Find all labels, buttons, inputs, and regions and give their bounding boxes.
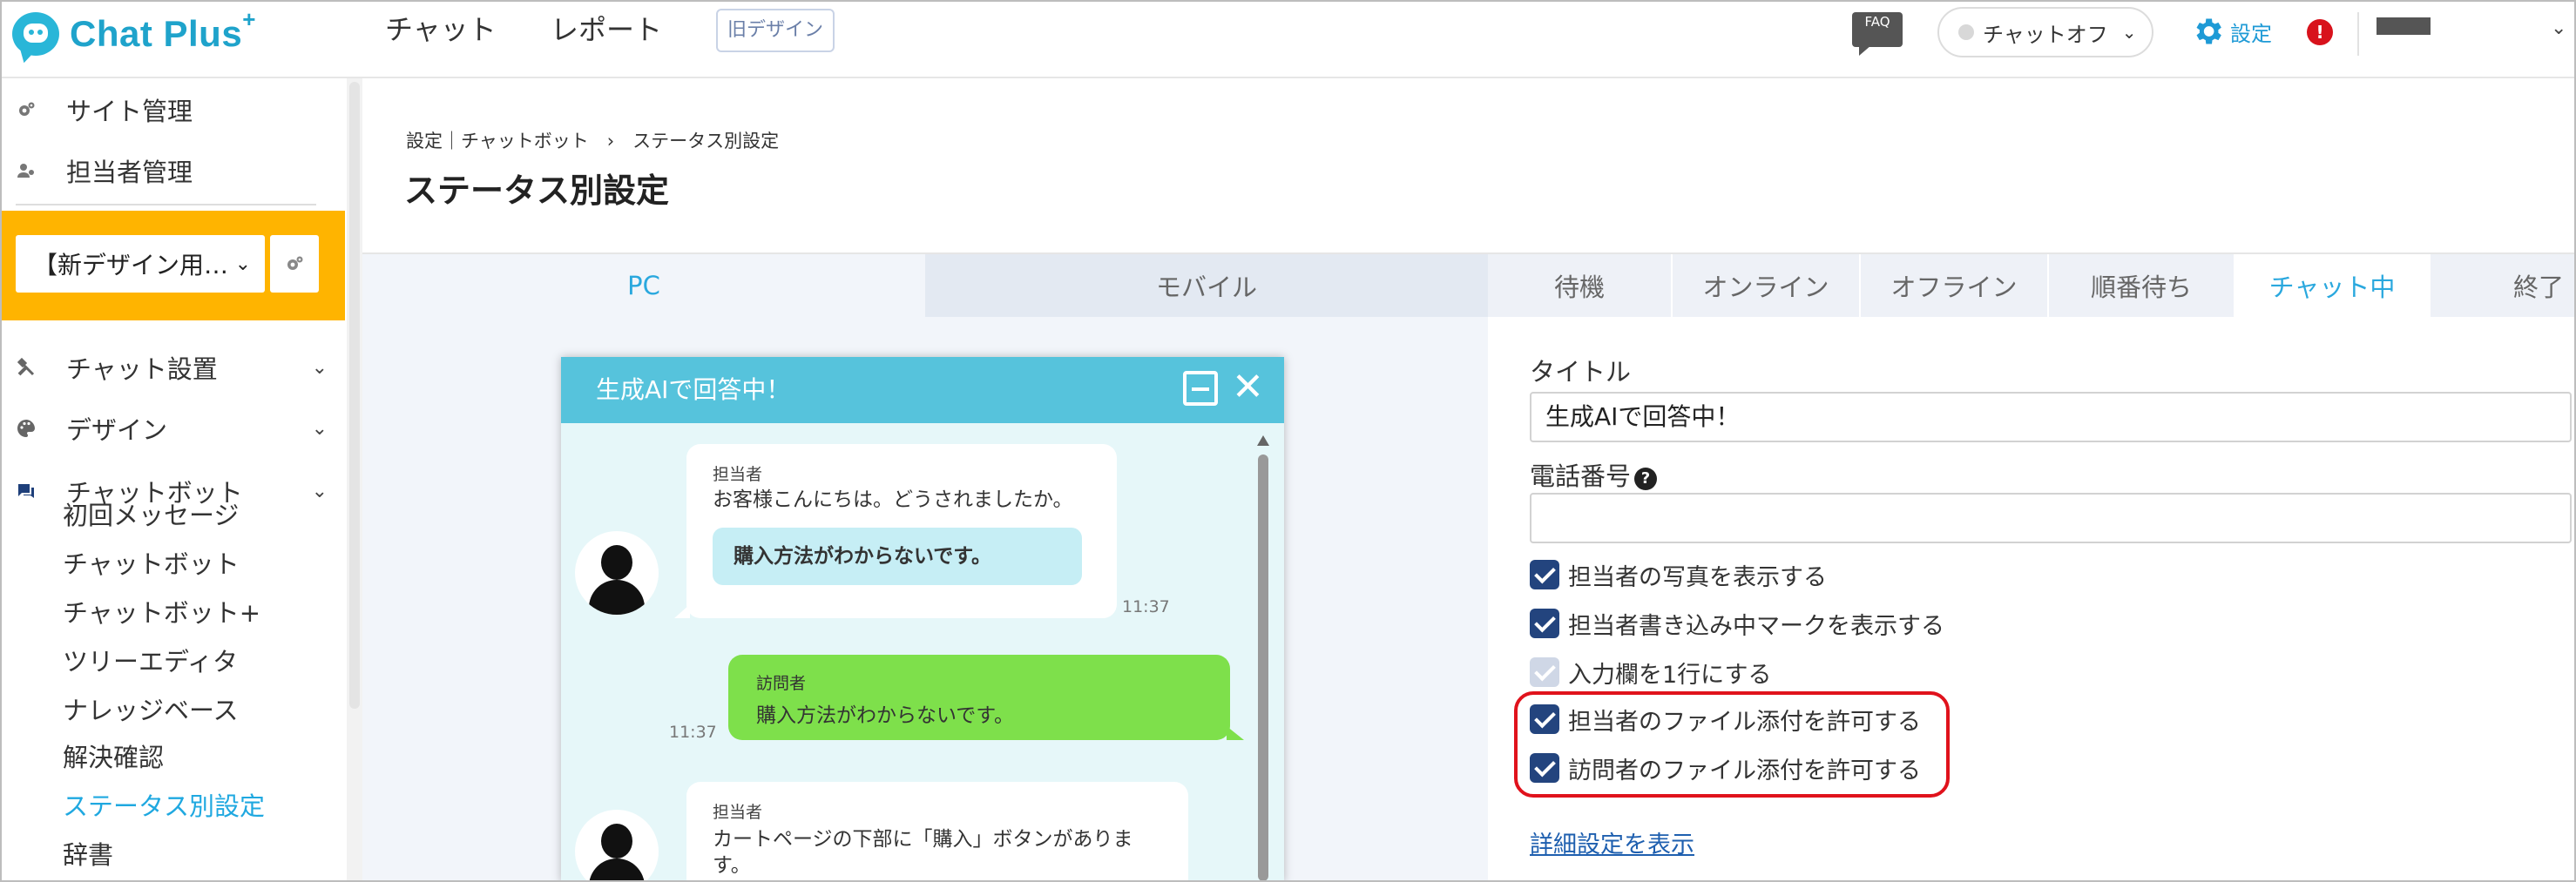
breadcrumb[interactable]: 設定｜チャットボット › ステータス別設定 [406, 127, 779, 153]
chevron-down-icon: ⌄ [311, 480, 328, 502]
minimize-icon[interactable] [1183, 371, 1218, 406]
checkbox-checked-icon[interactable] [1530, 609, 1559, 638]
gear-cluster-icon [19, 102, 35, 116]
settings-label: 設定 [2230, 21, 2272, 46]
device-tabs: PC モバイル [362, 254, 1488, 317]
nav-report[interactable]: レポート [551, 12, 662, 47]
logo-text: Chat Plus+ [70, 6, 256, 54]
sidebar-item-design[interactable]: デザイン ⌄ [0, 404, 347, 453]
users-icon [17, 164, 34, 178]
tools-icon [17, 357, 35, 376]
sidebar-sub-chatbot-plus[interactable]: チャットボット+ [63, 596, 260, 630]
tab-ended[interactable]: 終了 [2431, 254, 2576, 317]
tab-in-chat[interactable]: チャット中 [2235, 254, 2431, 317]
chat-status-label: チャットオフ [1983, 22, 2108, 47]
chat-bubble-logo-icon [12, 12, 59, 56]
checkbox-single-line-input: 入力欄を1行にする [1530, 655, 1771, 690]
tab-online[interactable]: オンライン [1673, 254, 1861, 317]
visitor-message-bubble: 訪問者 購入方法がわからないです。 [728, 655, 1244, 740]
chat-preview-title: 生成AIで回答中！ [596, 375, 791, 404]
title-label: タイトル [1530, 357, 1632, 387]
checkbox-show-typing-mark[interactable]: 担当者書き込み中マークを表示する [1530, 606, 1944, 641]
message-time: 11:37 [1122, 597, 1170, 616]
checkbox-show-operator-photo[interactable]: 担当者の写真を表示する [1530, 557, 1827, 592]
chevron-down-icon: ⌄ [2121, 22, 2137, 43]
quick-reply-button[interactable]: 購入方法がわからないです。 [713, 528, 1082, 585]
status-tabs: 待機 オンライン オフライン 順番待ち チャット中 終了 [1488, 254, 2576, 317]
chat-preview-scrollbar[interactable] [1254, 435, 1272, 882]
chat-plus-logo[interactable]: Chat Plus+ [12, 6, 256, 61]
site-settings-button[interactable] [270, 235, 319, 293]
sidebar-sub-knowledge-base[interactable]: ナレッジベース [63, 693, 239, 728]
scroll-up-icon [1257, 435, 1269, 446]
header-divider [2357, 12, 2359, 56]
avatar [575, 531, 659, 615]
avatar [575, 810, 659, 882]
checkbox-disabled-icon [1530, 657, 1559, 687]
message-time: 11:37 [669, 723, 717, 742]
gear-icon [2196, 18, 2221, 44]
phone-input[interactable] [1530, 493, 2572, 543]
chat-icon [18, 484, 34, 498]
operator-message-bubble: 担当者 お客様こんにちは。どうされましたか。 購入方法がわからないです。 [674, 444, 1117, 618]
chat-preview-window: 生成AIで回答中！ ✕ 担当者 お客様こんにちは。どうされましたか。 購入方法が… [561, 357, 1284, 882]
close-icon[interactable]: ✕ [1232, 366, 1264, 409]
alert-icon[interactable]: ! [2307, 19, 2333, 45]
user-menu-chevron-icon[interactable]: ⌄ [2551, 17, 2566, 39]
chevron-down-icon: ⌄ [311, 356, 328, 379]
title-input[interactable]: 生成AIで回答中！ [1530, 392, 2572, 442]
sidebar-sub-first-message[interactable]: 初回メッセージ [63, 498, 239, 533]
status-dot-icon [1958, 24, 1974, 40]
faq-icon[interactable]: FAQ [1852, 12, 1903, 56]
sidebar-item-chat-install[interactable]: チャット設置 ⌄ [0, 343, 347, 392]
tab-mobile[interactable]: モバイル [925, 254, 1488, 317]
checkbox-checked-icon[interactable] [1530, 560, 1559, 589]
site-selector-panel: 【新デザイン用… ⌄ [0, 211, 345, 320]
chat-status-dropdown[interactable]: チャットオフ ⌄ [1937, 7, 2153, 57]
top-header: Chat Plus+ チャット レポート 旧デザイン FAQ チャットオフ ⌄ … [0, 0, 2576, 78]
sidebar-item-site-management[interactable]: サイト管理 [0, 85, 347, 134]
operator-message-bubble: 担当者 カートページの下部に「購入」ボタンがありま す。 [686, 782, 1188, 882]
sidebar-item-staff-management[interactable]: 担当者管理 [0, 146, 347, 195]
sidebar-scrollbar[interactable] [347, 78, 362, 882]
site-select-dropdown[interactable]: 【新デザイン用… ⌄ [16, 235, 265, 293]
help-icon[interactable]: ? [1634, 468, 1658, 490]
chevron-down-icon: ⌄ [311, 417, 328, 440]
sidebar: サイト管理 担当者管理 【新デザイン用… ⌄ チャット設置 ⌄ デザイン ⌄ チ… [0, 78, 347, 882]
sidebar-sub-status-settings[interactable]: ステータス別設定 [63, 789, 265, 824]
gear-cluster-icon [287, 256, 303, 270]
sidebar-sub-chatbot[interactable]: チャットボット [63, 547, 240, 582]
tab-offline[interactable]: オフライン [1861, 254, 2049, 317]
phone-label: 電話番号? [1530, 456, 1658, 493]
sidebar-divider [16, 204, 316, 205]
red-highlight-annotation [1514, 691, 1950, 798]
old-design-button[interactable]: 旧デザイン [716, 9, 835, 52]
tab-waiting[interactable]: 待機 [1488, 254, 1673, 317]
settings-link[interactable]: 設定 [2190, 14, 2272, 49]
sidebar-sub-resolution-check[interactable]: 解決確認 [63, 740, 164, 775]
tab-pc[interactable]: PC [362, 254, 925, 317]
chat-preview-header: 生成AIで回答中！ ✕ [561, 357, 1284, 423]
nav-chat[interactable]: チャット [385, 12, 497, 47]
sidebar-sub-dictionary[interactable]: 辞書 [63, 838, 113, 872]
show-advanced-settings-link[interactable]: 詳細設定を表示 [1530, 825, 1694, 859]
tab-queue[interactable]: 順番待ち [2049, 254, 2235, 317]
page-title: ステータス別設定 [404, 172, 670, 210]
palette-icon [17, 420, 35, 437]
chevron-down-icon: ⌄ [234, 252, 251, 275]
sidebar-sub-tree-editor[interactable]: ツリーエディタ [63, 644, 238, 679]
user-name-redacted[interactable] [2377, 17, 2431, 35]
